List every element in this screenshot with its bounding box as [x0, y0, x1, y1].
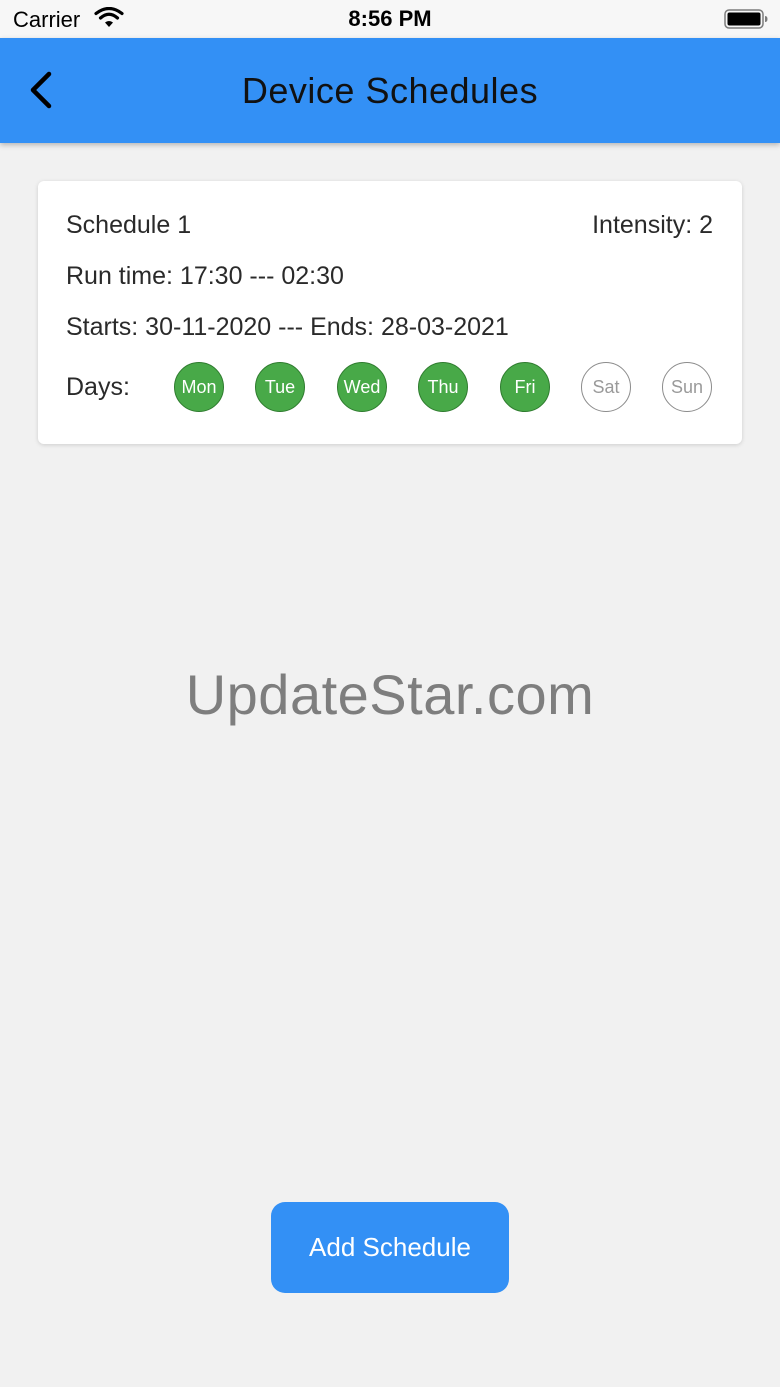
status-time: 8:56 PM — [348, 6, 432, 31]
days-label: Days: — [66, 373, 130, 401]
schedule-name: Schedule 1 — [66, 211, 192, 239]
day-toggle-mon[interactable]: Mon — [174, 362, 224, 412]
add-schedule-button[interactable]: Add Schedule — [271, 1202, 509, 1293]
schedule-dates: Starts: 30-11-2020 --- Ends: 28-03-2021 — [66, 313, 509, 341]
day-toggle-thu[interactable]: Thu — [418, 362, 468, 412]
day-toggle-fri[interactable]: Fri — [500, 362, 550, 412]
watermark-text: UpdateStar.com — [185, 663, 595, 726]
battery-icon — [724, 9, 768, 29]
day-toggle-sat[interactable]: Sat — [581, 362, 631, 412]
status-bar: Carrier 8:56 PM — [0, 0, 780, 38]
schedule-run-time: Run time: 17:30 --- 02:30 — [66, 262, 344, 290]
app-bar: Device Schedules — [0, 38, 780, 143]
page-title: Device Schedules — [241, 70, 539, 111]
day-toggle-tue[interactable]: Tue — [255, 362, 305, 412]
schedule-intensity: Intensity: 2 — [592, 211, 713, 239]
day-toggle-sun[interactable]: Sun — [662, 362, 712, 412]
schedule-card[interactable]: Schedule 1 Intensity: 2 Run time: 17:30 … — [38, 181, 742, 444]
day-toggle-wed[interactable]: Wed — [337, 362, 387, 412]
